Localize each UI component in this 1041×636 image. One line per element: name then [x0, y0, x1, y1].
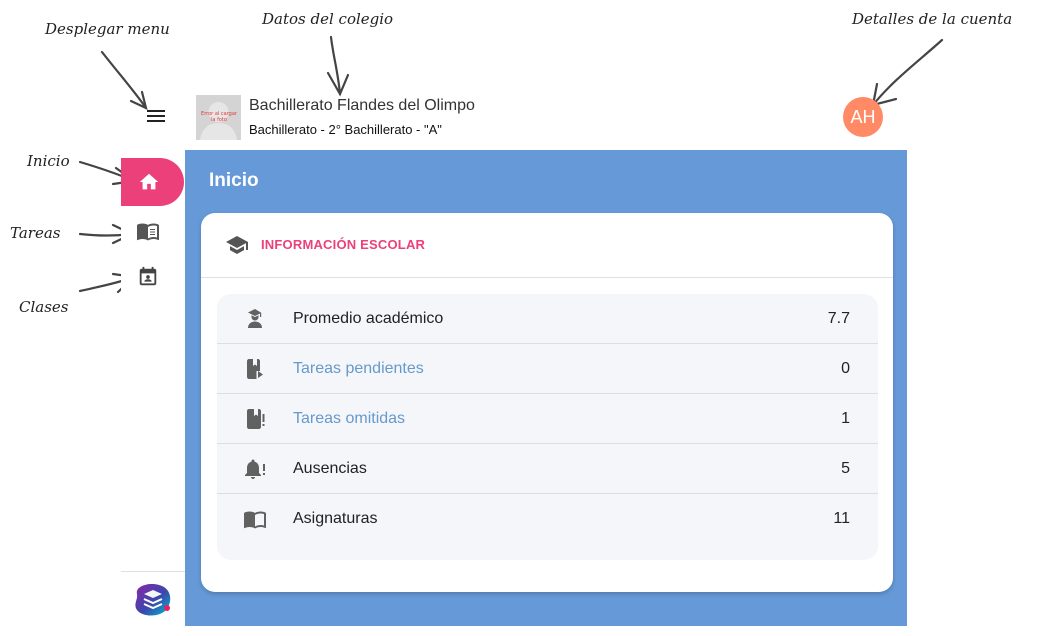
info-value: 5	[841, 459, 850, 477]
info-row-promedio: Promedio académico 7.7	[217, 294, 878, 344]
student-icon	[248, 309, 262, 328]
account-avatar[interactable]: AH	[843, 97, 883, 137]
info-row-asignaturas: Asignaturas 11	[217, 494, 878, 544]
info-row-tareas-pendientes[interactable]: Tareas pendientes 0	[217, 344, 878, 394]
annotation-detalles-cuenta: Detalles de la cuenta	[852, 10, 1013, 28]
sidebar-item-tareas[interactable]	[136, 219, 160, 243]
book-open-icon	[244, 511, 266, 529]
info-label: Asignaturas	[293, 510, 378, 527]
hamburger-icon	[147, 110, 165, 122]
app-logo	[135, 584, 171, 616]
annotation-desplegar-menu: Desplegar menu	[45, 20, 170, 38]
info-label: Ausencias	[293, 459, 367, 477]
annotation-clases: Clases	[19, 298, 69, 316]
bell-alert-icon	[245, 459, 265, 479]
info-value: 1	[841, 409, 850, 427]
info-row-tareas-omitidas[interactable]: Tareas omitidas 1	[217, 394, 878, 444]
book-play-icon	[247, 359, 263, 379]
school-photo: Error al cargar la foto	[196, 95, 241, 140]
info-label-link[interactable]: Tareas pendientes	[293, 360, 424, 378]
annotation-inicio: Inicio	[27, 152, 70, 170]
menu-toggle-button[interactable]	[140, 100, 172, 132]
info-value: 11	[833, 510, 850, 527]
card-divider	[201, 277, 893, 278]
school-icon	[226, 236, 248, 254]
info-value: 0	[841, 359, 850, 377]
info-label: Promedio académico	[293, 309, 444, 327]
info-row-ausencias: Ausencias 5	[217, 444, 878, 494]
page-title: Inicio	[209, 170, 259, 191]
annotation-tareas: Tareas	[10, 224, 61, 242]
school-info-card: INFORMACIÓN ESCOLAR Promedio académico 7…	[201, 213, 893, 592]
sidebar-item-inicio[interactable]	[121, 158, 184, 206]
calendar-account-icon	[139, 266, 157, 286]
info-list: Promedio académico 7.7 Tareas pendientes…	[217, 294, 878, 560]
home-icon	[139, 173, 158, 190]
info-label-link[interactable]: Tareas omitidas	[293, 410, 405, 428]
info-value: 7.7	[827, 309, 850, 327]
book-icon	[137, 223, 159, 241]
book-alert-icon	[247, 409, 265, 429]
card-header-label: INFORMACIÓN ESCOLAR	[261, 237, 426, 252]
annotation-datos-colegio: Datos del colegio	[262, 10, 394, 28]
photo-error-text: Error al cargar la foto	[201, 111, 237, 123]
sidebar-divider	[121, 571, 185, 572]
school-name: Bachillerato Flandes del Olimpo	[249, 97, 475, 114]
school-grade: Bachillerato - 2° Bachillerato - "A"	[249, 122, 442, 137]
sidebar-item-clases[interactable]	[136, 265, 160, 289]
